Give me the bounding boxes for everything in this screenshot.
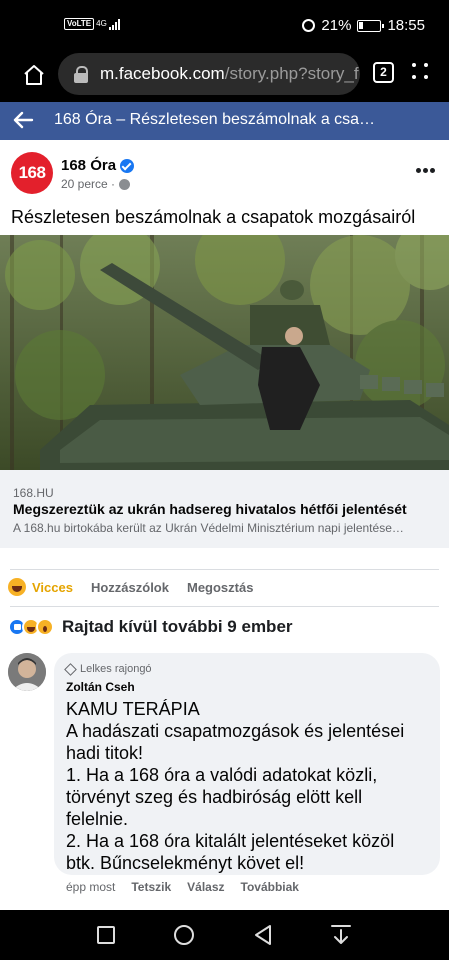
signal-icon bbox=[108, 18, 120, 30]
fan-badge: Lelkes rajongó bbox=[64, 662, 152, 676]
comment-more-button[interactable]: Továbbiak bbox=[241, 880, 299, 894]
comment-reply-button[interactable]: Válasz bbox=[187, 880, 224, 894]
home-icon[interactable] bbox=[22, 63, 46, 87]
haha-reaction-icon bbox=[8, 578, 26, 596]
back-nav-icon[interactable] bbox=[253, 924, 273, 946]
comment-line: felelnie. bbox=[66, 809, 129, 829]
link-preview[interactable]: 168.HU Megszereztük az ukrán hadsereg hi… bbox=[0, 470, 449, 548]
post-time[interactable]: 20 perce · bbox=[61, 177, 115, 191]
link-description: A 168.hu birtokába került az Ukrán Védel… bbox=[13, 521, 404, 535]
page-title: 168 Óra – Részletesen beszámolnak a csa… bbox=[54, 111, 376, 128]
comment-meta: épp most Tetszik Válasz Továbbiak bbox=[66, 880, 299, 894]
page-name[interactable]: 168 Óra bbox=[61, 157, 116, 174]
post-actions: Vicces Hozzászólok Megosztás bbox=[8, 578, 271, 596]
post-meta: 20 perce · bbox=[61, 177, 131, 191]
alarm-icon bbox=[302, 19, 316, 32]
url-path: /story.php?story_f bbox=[224, 64, 359, 83]
comment-bubble: Lelkes rajongó Zoltán Cseh KAMU TERÁPIA … bbox=[54, 653, 440, 875]
browser-menu-icon[interactable] bbox=[410, 61, 432, 83]
reactions-text: Rajtad kívül további 9 ember bbox=[62, 617, 293, 636]
comment-label: Hozzászólok bbox=[90, 579, 169, 595]
battery-icon bbox=[357, 19, 385, 32]
home-nav-icon[interactable] bbox=[174, 925, 194, 945]
system-nav-bar bbox=[0, 910, 449, 960]
share-button[interactable]: Megosztás bbox=[187, 580, 253, 595]
back-arrow-icon[interactable] bbox=[12, 109, 34, 131]
tank-photo-illustration bbox=[0, 235, 449, 470]
comment-line: A hadászati csapatmozgások és jelentései bbox=[66, 721, 405, 741]
reactions-summary[interactable]: Rajtad kívül további 9 ember bbox=[8, 617, 293, 637]
comment-line: 2. Ha a 168 óra kitalált jelentéseket kö… bbox=[66, 831, 395, 851]
facebook-header: 168 Óra – Részletesen beszámolnak a csa… bbox=[0, 102, 449, 140]
post-text: Részletesen beszámolnak a csapatok mozgá… bbox=[11, 207, 416, 227]
comment-line: btk. Bűncselekményt követ el! bbox=[66, 853, 305, 873]
address-bar[interactable]: m.facebook.com/story.php?story_f bbox=[58, 53, 360, 95]
comment-line: törvényt szeg és hadbiróság elött kell bbox=[66, 787, 363, 807]
system-indicators: 21% 18:55 bbox=[302, 17, 425, 34]
network-indicators: VoLTE 4G bbox=[64, 18, 120, 30]
comment-button[interactable]: Hozzászólok bbox=[91, 580, 169, 595]
tab-switcher-button[interactable]: 2 bbox=[373, 62, 394, 83]
wow-reaction-icon bbox=[36, 618, 54, 636]
lock-icon bbox=[72, 65, 92, 83]
link-domain: 168.HU bbox=[13, 486, 54, 500]
battery-percent: 21% bbox=[321, 17, 352, 34]
globe-icon bbox=[119, 178, 131, 190]
reaction-button[interactable]: Vicces bbox=[8, 578, 73, 596]
comment-time[interactable]: épp most bbox=[66, 880, 115, 894]
browser-toolbar: m.facebook.com/story.php?story_f 2 bbox=[0, 50, 449, 102]
divider bbox=[10, 569, 439, 570]
divider bbox=[10, 606, 439, 607]
avatar-illustration bbox=[8, 653, 46, 691]
url-host: m.facebook.com bbox=[100, 64, 225, 83]
verified-badge-icon bbox=[120, 158, 135, 173]
comment-text: KAMU TERÁPIA A hadászati csapatmozgások … bbox=[66, 698, 436, 874]
post-photo[interactable] bbox=[0, 235, 449, 470]
fan-badge-label: Lelkes rajongó bbox=[80, 663, 152, 675]
page-avatar[interactable]: 168 bbox=[11, 152, 53, 194]
comment-like-button[interactable]: Tetszik bbox=[131, 880, 171, 894]
comment-author[interactable]: Zoltán Cseh bbox=[66, 680, 135, 694]
diamond-icon bbox=[64, 662, 77, 676]
comment-line: 1. Ha a 168 óra a valódi adatokat közli, bbox=[66, 765, 378, 785]
link-title[interactable]: Megszereztük az ukrán hadsereg hivatalos… bbox=[13, 501, 407, 517]
page-name-row[interactable]: 168 Óra bbox=[61, 157, 135, 174]
comment-line: hadi titok! bbox=[66, 743, 144, 763]
recent-apps-icon[interactable] bbox=[97, 926, 115, 944]
commenter-avatar[interactable] bbox=[8, 653, 46, 691]
volte-badge: VoLTE bbox=[64, 18, 95, 30]
reaction-label: Vicces bbox=[32, 579, 73, 595]
notification-down-icon[interactable] bbox=[330, 923, 352, 947]
status-bar: VoLTE 4G 21% 18:55 bbox=[0, 0, 449, 50]
network-type: 4G bbox=[96, 19, 107, 28]
clock: 18:55 bbox=[387, 17, 425, 34]
share-label: Megosztás bbox=[186, 579, 254, 595]
comment-line: KAMU TERÁPIA bbox=[66, 699, 200, 719]
more-options-icon[interactable] bbox=[416, 168, 436, 174]
